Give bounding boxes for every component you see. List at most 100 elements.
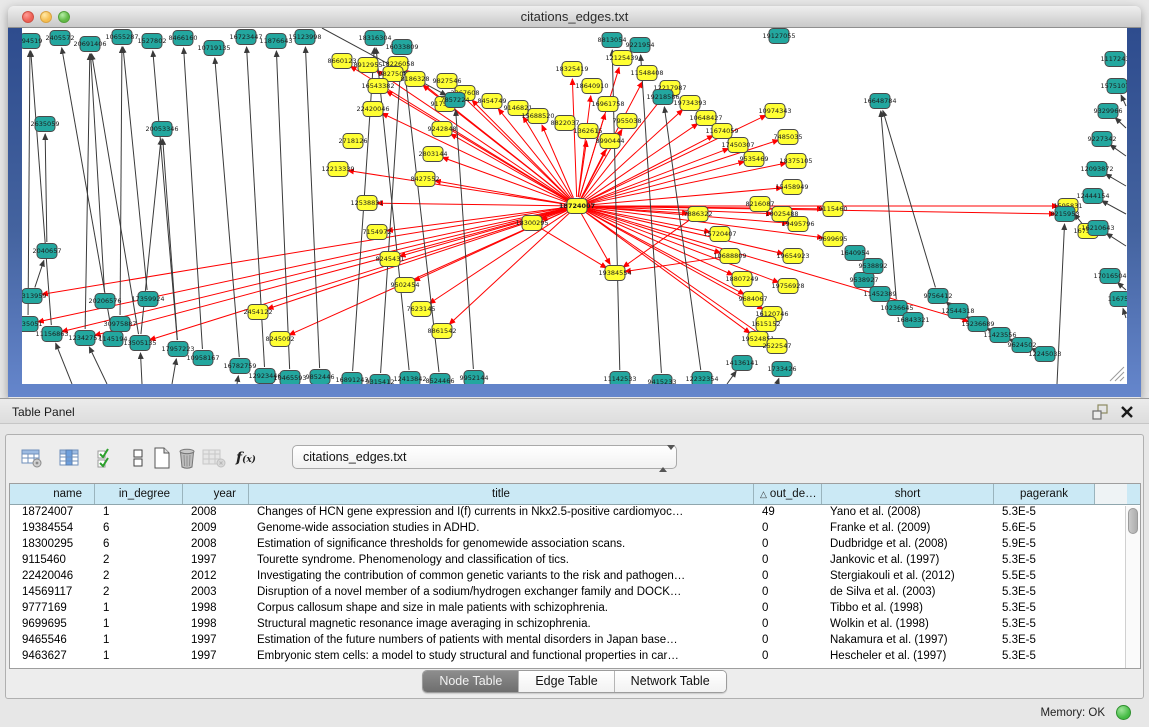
tab-edge-table[interactable]: Edge Table	[519, 671, 614, 692]
table-cell[interactable]: 0	[754, 553, 822, 569]
citation-edge[interactable]	[215, 58, 239, 357]
citation-edge[interactable]	[163, 139, 178, 340]
table-row[interactable]: 1938455462009Genome-wide association stu…	[10, 521, 1140, 537]
create-table-icon[interactable]	[150, 445, 174, 471]
table-cell[interactable]: Disruption of a novel member of a sodium…	[249, 585, 754, 601]
table-cell[interactable]: 2008	[183, 537, 249, 553]
table-cell[interactable]: 49	[754, 505, 822, 521]
table-row[interactable]: 1830029562008Estimation of significance …	[10, 537, 1140, 553]
citation-edge-red[interactable]	[540, 228, 607, 268]
table-cell[interactable]: 5.3E-5	[994, 553, 1095, 569]
citation-edge[interactable]	[1106, 174, 1126, 186]
graph-node-yellow[interactable]: 8245092	[266, 332, 295, 347]
table-cell[interactable]: de Silva et al. (2003)	[822, 585, 994, 601]
graph-node-teal[interactable]: 9313959	[22, 289, 46, 304]
graph-node-teal[interactable]: 12093872	[1080, 162, 1113, 177]
graph-node-teal[interactable]: 9315412	[366, 375, 395, 385]
graph-node-teal[interactable]: 8466160	[169, 31, 198, 46]
graph-node-yellow[interactable]: 8245431	[376, 252, 405, 267]
graph-node-yellow[interactable]: 8454749	[478, 94, 507, 109]
graph-node-yellow[interactable]: 8990444	[596, 134, 625, 149]
graph-node-teal[interactable]: 1733426	[768, 362, 797, 377]
column-header-title[interactable]: title	[249, 484, 754, 504]
graph-node-teal[interactable]: 17359924	[131, 292, 164, 307]
citation-edge[interactable]	[1123, 309, 1126, 318]
column-header-short[interactable]: short	[822, 484, 994, 504]
column-header-name[interactable]: name	[10, 484, 95, 504]
citation-edge[interactable]	[1110, 145, 1126, 156]
citation-edge[interactable]	[45, 134, 47, 242]
graph-node-teal[interactable]: 16891243	[335, 373, 368, 385]
citation-edge[interactable]	[727, 371, 736, 384]
table-row[interactable]: 1872400712008Changes of HCN gene express…	[10, 505, 1140, 521]
table-cell[interactable]: 22420046	[10, 569, 95, 585]
graph-node-yellow[interactable]: 7623145	[407, 302, 436, 317]
table-cell[interactable]: 0	[754, 537, 822, 553]
table-row[interactable]: 946554611997Estimation of the future num…	[10, 633, 1140, 649]
citation-edge[interactable]	[883, 111, 936, 288]
graph-node-yellow[interactable]: 11548408	[630, 66, 663, 81]
column-header-out_de[interactable]: △out_de…	[754, 484, 822, 504]
tab-network-table[interactable]: Network Table	[615, 671, 726, 692]
table-cell[interactable]: 0	[754, 617, 822, 633]
citation-edge-red[interactable]	[586, 162, 745, 204]
select-columns-icon[interactable]	[94, 445, 118, 471]
table-cell[interactable]: 1998	[183, 617, 249, 633]
table-cell[interactable]: Wolkin et al. (1998)	[822, 617, 994, 633]
graph-node-teal[interactable]: 9852446	[306, 370, 335, 385]
graph-node-teal[interactable]: 8524466	[426, 374, 455, 385]
graph-node-yellow[interactable]: 7886322	[684, 207, 713, 222]
table-cell[interactable]: 9463627	[10, 649, 95, 665]
graph-node-teal[interactable]: 16648784	[863, 94, 896, 109]
graph-node-teal[interactable]: 9952144	[460, 371, 489, 385]
table-cell[interactable]: 0	[754, 569, 822, 585]
table-cell[interactable]: 9115460	[10, 553, 95, 569]
graph-node-yellow[interactable]: 19654923	[776, 249, 809, 264]
table-cell[interactable]: 1	[95, 601, 183, 617]
citation-edge[interactable]	[664, 107, 700, 370]
graph-node-yellow[interactable]: 9535469	[740, 152, 769, 167]
citation-edge-red[interactable]	[387, 91, 570, 201]
citation-edge[interactable]	[35, 260, 44, 287]
float-panel-icon[interactable]	[1092, 404, 1109, 420]
graph-node-yellow[interactable]: 18325419	[555, 62, 588, 77]
table-cell[interactable]: Stergiakouli et al. (2012)	[822, 569, 994, 585]
table-cell[interactable]: Estimation of significance thresholds fo…	[249, 537, 754, 553]
graph-node-yellow[interactable]: 1615152	[752, 317, 781, 332]
graph-node-yellow[interactable]: 15720407	[703, 227, 736, 242]
graph-node-teal[interactable]: 15123998	[288, 30, 321, 45]
graph-node-teal[interactable]: 11142533	[603, 372, 636, 385]
graph-node-teal[interactable]: 7857224	[441, 93, 470, 108]
table-cell[interactable]: 19384554	[10, 521, 95, 537]
graph-node-teal[interactable]: 2405572	[46, 31, 75, 46]
graph-node-teal[interactable]: 9538892	[859, 259, 888, 274]
table-cell[interactable]: Tibbo et al. (1998)	[822, 601, 994, 617]
graph-node-yellow[interactable]: 17450307	[721, 138, 754, 153]
graph-node-yellow[interactable]: 9242848	[428, 122, 457, 137]
table-cell[interactable]: 14569117	[10, 585, 95, 601]
table-row[interactable]: 1456911722003Disruption of a novel membe…	[10, 585, 1140, 601]
graph-node-yellow[interactable]: 16961758	[591, 97, 624, 112]
citation-edge[interactable]	[31, 51, 52, 325]
citation-edge[interactable]	[89, 347, 107, 384]
column-header-pagerank[interactable]: pagerank	[994, 484, 1095, 504]
graph-node-yellow[interactable]: 18375105	[779, 154, 812, 169]
table-select[interactable]: citations_edges.txt	[292, 445, 677, 469]
table-row[interactable]: 969969511998Structural magnetic resonanc…	[10, 617, 1140, 633]
table-cell[interactable]: 1	[95, 633, 183, 649]
citation-edge[interactable]	[1118, 283, 1126, 290]
table-scrollbar[interactable]	[1125, 506, 1140, 668]
graph-node-teal[interactable]: 20691406	[73, 37, 106, 52]
graph-node-yellow[interactable]: 7485035	[774, 130, 803, 145]
citation-edge[interactable]	[172, 359, 176, 384]
table-cell[interactable]: 1997	[183, 553, 249, 569]
table-cell[interactable]: 1998	[183, 601, 249, 617]
table-cell[interactable]: 1997	[183, 633, 249, 649]
graph-node-yellow[interactable]: 19384554	[598, 266, 631, 281]
table-cell[interactable]: 5.3E-5	[994, 601, 1095, 617]
graph-node-teal[interactable]: 12232354	[685, 372, 718, 385]
table-cell[interactable]: 0	[754, 649, 822, 665]
table-cell[interactable]: 5.3E-5	[994, 617, 1095, 633]
graph-node-yellow[interactable]: 18640910	[575, 79, 608, 94]
graph-node-yellow[interactable]: 9684067	[739, 292, 768, 307]
